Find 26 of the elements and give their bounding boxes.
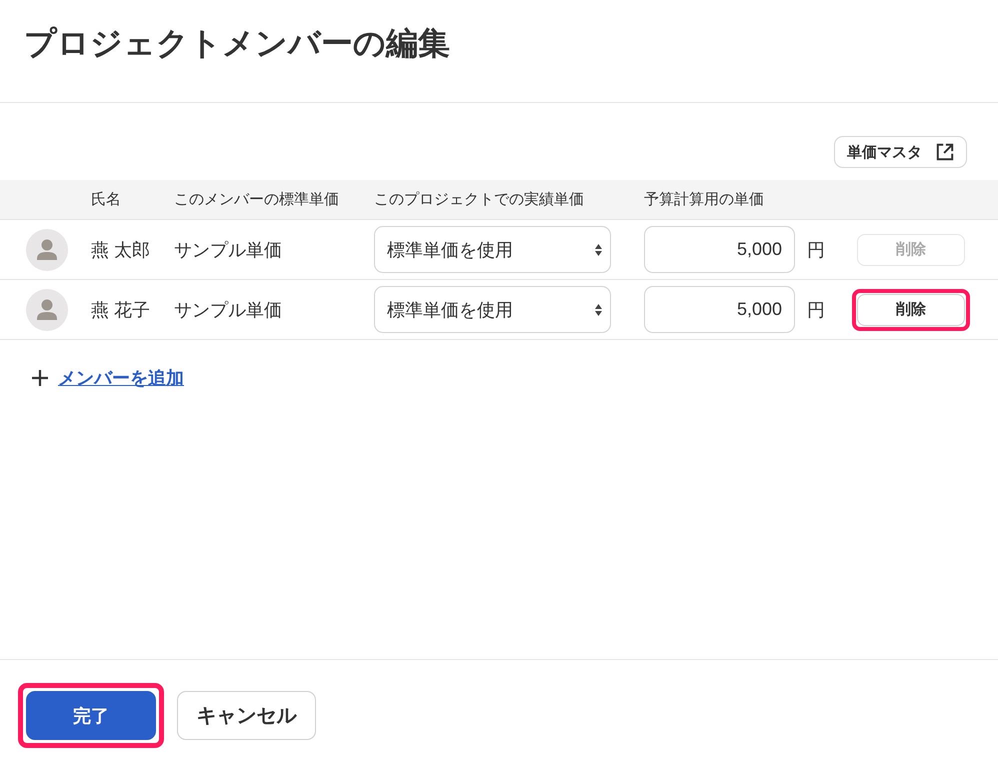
caret-icon bbox=[595, 244, 602, 256]
add-member-link[interactable]: メンバーを追加 bbox=[58, 366, 184, 390]
avatar-icon bbox=[26, 288, 68, 330]
plus-icon bbox=[32, 370, 48, 386]
budget-price-input[interactable]: 5,000 bbox=[644, 226, 795, 273]
column-header: このプロジェクトでの実績単価 bbox=[374, 190, 585, 209]
standard-price: サンプル単価 bbox=[174, 238, 283, 262]
yen-unit: 円 bbox=[807, 298, 826, 322]
cancel-button[interactable]: キャンセル bbox=[177, 691, 316, 740]
price-select-field[interactable]: 標準単価を使用 bbox=[374, 286, 611, 333]
price-select-field[interactable]: 標準単価を使用 bbox=[374, 226, 611, 273]
delete-button[interactable]: 削除 bbox=[857, 294, 965, 326]
member-name: 燕 花子 bbox=[91, 298, 152, 322]
caret-icon bbox=[595, 304, 602, 316]
standard-price: サンプル単価 bbox=[174, 298, 283, 322]
done-button[interactable]: 完了 bbox=[26, 691, 156, 740]
external-link-icon bbox=[936, 143, 954, 161]
dialog-title: プロジェクトメンバーの編集 bbox=[24, 24, 450, 63]
column-header: 予算計算用の単価 bbox=[644, 190, 765, 209]
member-name: 燕 太郎 bbox=[91, 238, 152, 262]
yen-unit: 円 bbox=[807, 238, 826, 262]
column-header: 氏名 bbox=[91, 190, 122, 209]
avatar-icon bbox=[26, 228, 68, 270]
unit-master-button[interactable]: 単価マスタ bbox=[834, 136, 967, 168]
column-header: このメンバーの標準単価 bbox=[174, 190, 340, 209]
budget-price-input[interactable]: 5,000 bbox=[644, 286, 795, 333]
